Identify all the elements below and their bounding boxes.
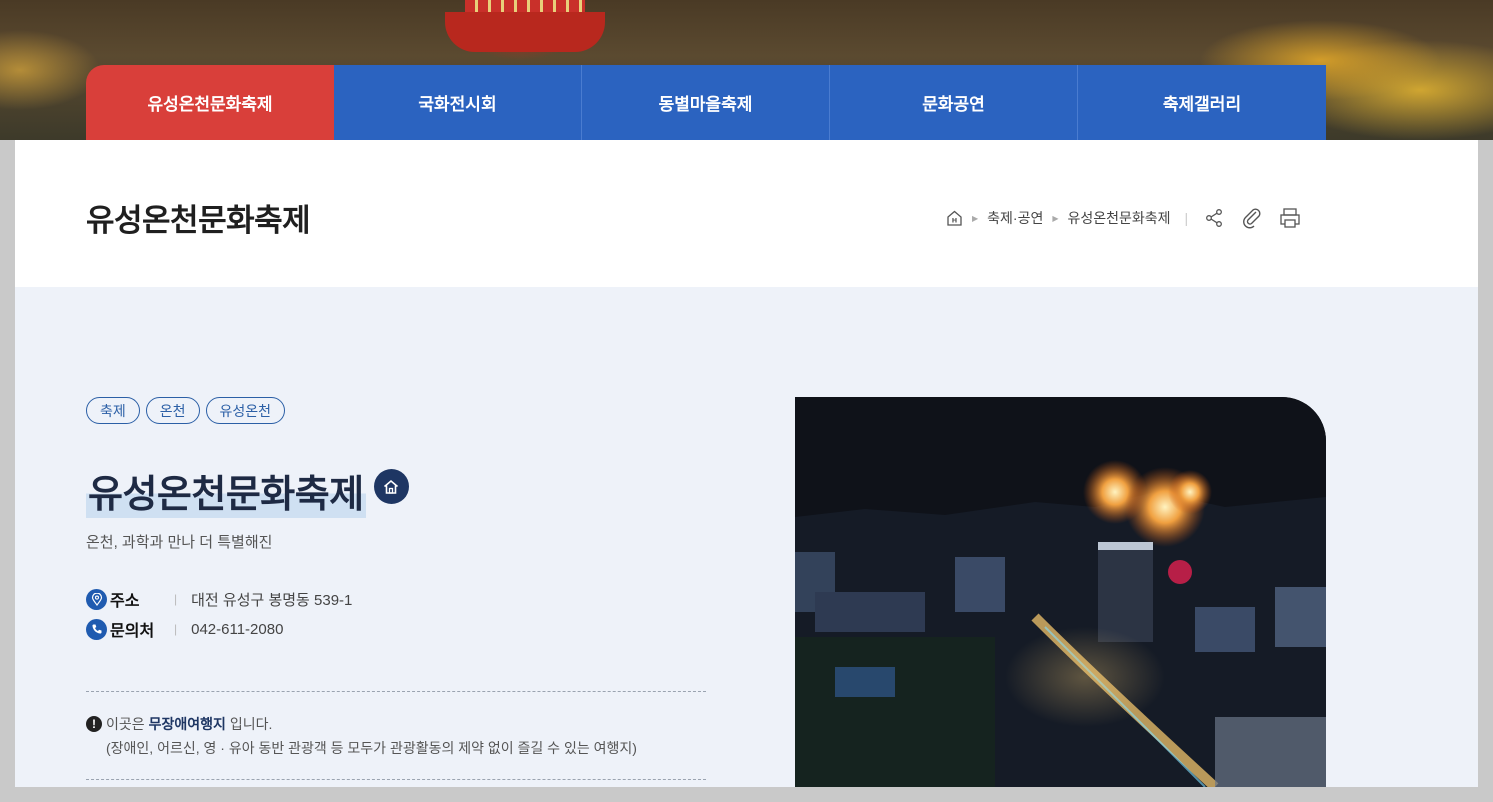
dashed-divider-top <box>86 691 706 692</box>
tab-chrysanthemum-exhibition[interactable]: 국화전시회 <box>334 65 582 140</box>
exclamation-icon: ! <box>86 716 102 732</box>
title-band: 유성온천문화축제 H ▶ 축제·공연 ▶ 유성온천문화축제 | <box>15 140 1478 287</box>
tag-list: 축제 온천 유성온천 <box>86 397 286 424</box>
notice-prefix: 이곳은 <box>106 716 145 732</box>
breadcrumb-item-festival[interactable]: 축제·공연 <box>987 208 1043 228</box>
tag-hot-spring[interactable]: 온천 <box>145 397 200 424</box>
address-value: 대전 유성구 봉명동 539-1 <box>191 591 353 609</box>
subtitle: 온천, 과학과 만나 더 특별해진 <box>86 534 273 551</box>
page-title: 유성온천문화축제 <box>86 203 311 238</box>
contact-label: 문의처 <box>110 623 155 640</box>
address-label: 주소 <box>110 593 140 610</box>
tag-yuseong-hot-spring[interactable]: 유성온천 <box>205 397 286 424</box>
info-list: 주소 | 대전 유성구 봉명동 539-1 문의처 | 042-611-2080 <box>86 584 352 644</box>
festival-detail: 축제 온천 유성온천 유성온천문화축제 온천, 과학과 만나 더 특별해진 주소… <box>15 287 1478 787</box>
breadcrumb-separator: ▶ <box>972 213 979 223</box>
festival-tabs: 유성온천문화축제 국화전시회 동별마을축제 문화공연 축제갤러리 <box>86 65 1326 140</box>
main-title: 유성온천문화축제 <box>86 463 366 518</box>
phone-icon <box>86 618 107 640</box>
info-divider: | <box>174 622 178 636</box>
notice-detail: (장애인, 어르신, 영 · 유아 동반 관광객 등 모두가 관광활동의 제약 … <box>106 740 637 756</box>
main-title-row: 유성온천문화축제 <box>86 463 409 518</box>
info-address-row: 주소 | 대전 유성구 봉명동 539-1 <box>86 584 352 614</box>
overlay-edge-right <box>1478 140 1493 802</box>
tab-yuseong-festival[interactable]: 유성온천문화축제 <box>86 65 334 140</box>
breadcrumb-separator: ▶ <box>1052 213 1059 223</box>
info-divider: | <box>174 592 178 606</box>
accessibility-notice: ! 이곳은 무장애여행지 입니다. (장애인, 어르신, 영 · 유아 동반 관… <box>86 712 637 760</box>
breadcrumb: H ▶ 축제·공연 ▶ 유성온천문화축제 | <box>945 206 1302 230</box>
contact-value[interactable]: 042-611-2080 <box>191 621 283 638</box>
tab-culture-performance[interactable]: 문화공연 <box>830 65 1078 140</box>
overlay-edge-left <box>0 140 15 802</box>
tab-village-festival[interactable]: 동별마을축제 <box>582 65 830 140</box>
homepage-link-icon[interactable] <box>373 469 409 504</box>
dashed-divider-bottom <box>86 779 706 780</box>
attach-icon[interactable] <box>1240 206 1264 230</box>
share-icon[interactable] <box>1202 206 1226 230</box>
toolbar-divider: | <box>1184 210 1189 226</box>
info-contact-row: 문의처 | 042-611-2080 <box>86 614 352 644</box>
home-icon[interactable]: H <box>945 209 963 227</box>
svg-text:H: H <box>951 216 956 224</box>
tab-festival-gallery[interactable]: 축제갤러리 <box>1078 65 1326 140</box>
notice-suffix: 입니다. <box>229 716 273 732</box>
location-pin-icon <box>86 588 107 610</box>
banner-photo-boat <box>445 0 605 52</box>
print-icon[interactable] <box>1278 206 1302 230</box>
notice-highlight: 무장애여행지 <box>148 716 226 732</box>
festival-fireworks-photo <box>795 397 1326 787</box>
breadcrumb-item-current[interactable]: 유성온천문화축제 <box>1068 208 1171 228</box>
tag-festival[interactable]: 축제 <box>86 397 140 424</box>
